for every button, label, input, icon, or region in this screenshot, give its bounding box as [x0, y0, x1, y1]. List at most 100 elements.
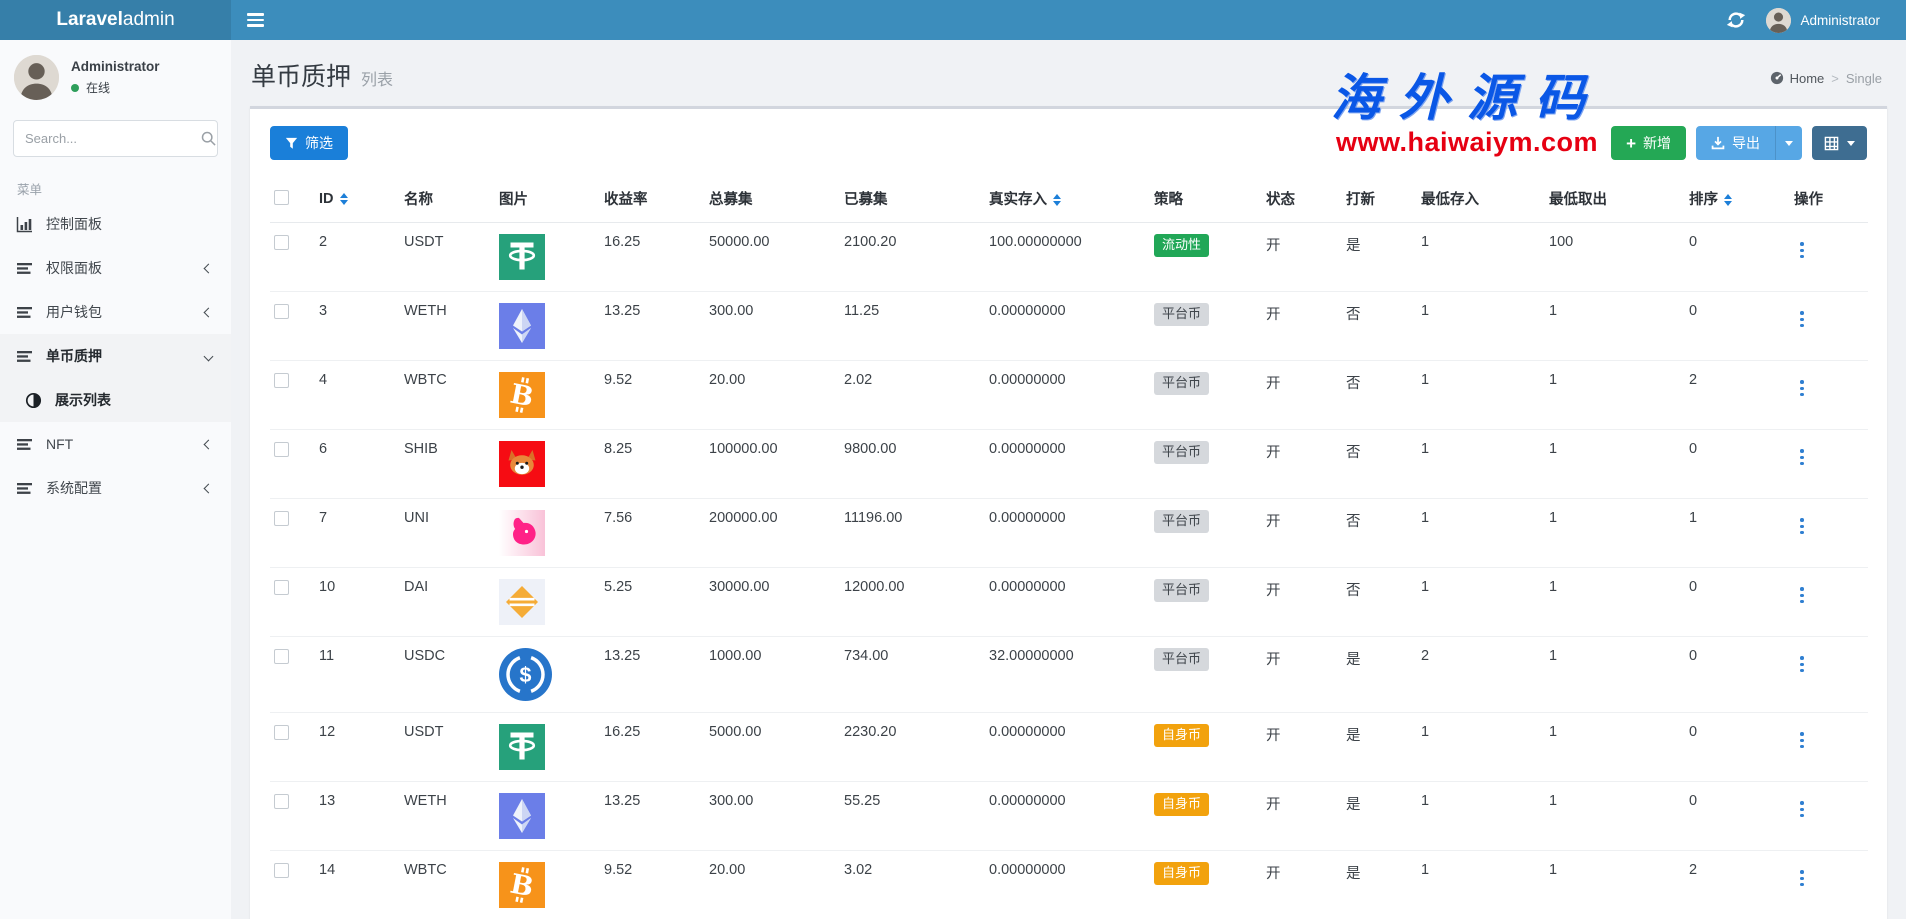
caret-down-icon [1785, 141, 1793, 146]
row-checkbox[interactable] [274, 794, 289, 809]
row-checkbox[interactable] [274, 304, 289, 319]
select-all-checkbox[interactable] [274, 190, 289, 205]
sidebar-item-label: 权限面板 [46, 258, 205, 278]
brand-logo[interactable]: Laravel admin [0, 0, 231, 40]
sidebar-item-display-list[interactable]: 展示列表 [0, 378, 231, 422]
sidebar-item-user-wallet[interactable]: 用户钱包 [0, 290, 231, 334]
cell-actions [1790, 430, 1868, 499]
cell-strategy: 平台币 [1150, 430, 1262, 499]
cell-image [495, 713, 600, 782]
cell-min_in: 1 [1417, 782, 1545, 851]
table-row: 7 UNI 7.56 200000.00 11196.00 0.00000000… [270, 499, 1868, 568]
cell-name: USDT [400, 223, 495, 292]
content-header: 单币质押列表 Home > Single [231, 40, 1906, 106]
weth-coin-icon [499, 793, 545, 839]
row-checkbox[interactable] [274, 511, 289, 526]
cell-image [495, 292, 600, 361]
row-checkbox[interactable] [274, 442, 289, 457]
cell-status: 开 [1262, 430, 1342, 499]
row-actions-button[interactable] [1794, 240, 1810, 260]
sort-arrows-icon [1053, 194, 1061, 206]
cell-raised: 12000.00 [840, 568, 985, 637]
cell-min_in: 1 [1417, 223, 1545, 292]
cell-select [270, 430, 315, 499]
chevron-icon [204, 307, 214, 317]
cell-id: 13 [315, 782, 400, 851]
cell-select [270, 223, 315, 292]
table-header-row: ID名称图片收益率总募集已募集真实存入策略状态打新最低存入最低取出排序操作 [270, 178, 1868, 223]
cell-subscribe: 是 [1342, 851, 1417, 919]
cell-status: 开 [1262, 361, 1342, 430]
list-icon [16, 348, 33, 365]
strategy-badge: 自身币 [1154, 793, 1209, 816]
chevron-icon [204, 263, 214, 273]
column-header-打新: 打新 [1342, 178, 1417, 223]
row-checkbox[interactable] [274, 373, 289, 388]
filter-button[interactable]: 筛选 [270, 126, 348, 160]
select-all-header [270, 178, 315, 223]
row-checkbox[interactable] [274, 649, 289, 664]
row-actions-button[interactable] [1794, 585, 1810, 605]
cell-total: 20.00 [705, 851, 840, 919]
cell-image: B [495, 361, 600, 430]
wbtc-coin-icon: B [499, 862, 545, 908]
cell-id: 11 [315, 637, 400, 713]
refresh-icon[interactable] [1726, 10, 1746, 30]
row-checkbox[interactable] [274, 235, 289, 250]
row-actions-button[interactable] [1794, 516, 1810, 536]
row-actions-button[interactable] [1794, 309, 1810, 329]
sort-arrows-icon [1724, 194, 1732, 206]
export-dropdown-toggle[interactable] [1775, 126, 1802, 160]
row-actions-button[interactable] [1794, 799, 1810, 819]
search-input[interactable] [25, 131, 201, 146]
cell-select [270, 713, 315, 782]
sidebar-item-dashboard[interactable]: 控制面板 [0, 202, 231, 246]
cell-real: 0.00000000 [985, 292, 1150, 361]
cell-strategy: 自身币 [1150, 713, 1262, 782]
row-checkbox[interactable] [274, 863, 289, 878]
row-actions-button[interactable] [1794, 730, 1810, 750]
search-icon[interactable] [201, 131, 216, 146]
row-actions-button[interactable] [1794, 868, 1810, 888]
row-checkbox[interactable] [274, 580, 289, 595]
cell-subscribe: 是 [1342, 637, 1417, 713]
cell-actions [1790, 568, 1868, 637]
column-header-ID[interactable]: ID [315, 178, 400, 223]
user-avatar [1766, 8, 1791, 33]
breadcrumb-home-link[interactable]: Home [1770, 71, 1825, 86]
cell-rate: 5.25 [600, 568, 705, 637]
cell-total: 1000.00 [705, 637, 840, 713]
cell-total: 300.00 [705, 782, 840, 851]
column-header-排序[interactable]: 排序 [1685, 178, 1790, 223]
toolbar-right-group: + 新增 导出 [1611, 126, 1867, 160]
column-header-真实存入[interactable]: 真实存入 [985, 178, 1150, 223]
cell-actions [1790, 782, 1868, 851]
navbar-user-menu[interactable]: Administrator [1766, 8, 1880, 33]
sidebar-item-auth-panel[interactable]: 权限面板 [0, 246, 231, 290]
column-selector-button[interactable] [1812, 126, 1867, 160]
cell-raised: 11196.00 [840, 499, 985, 568]
sidebar-toggle-button[interactable] [231, 0, 279, 40]
table-container: ID名称图片收益率总募集已募集真实存入策略状态打新最低存入最低取出排序操作 2 … [250, 172, 1887, 919]
export-button[interactable]: 导出 [1696, 126, 1775, 160]
sidebar-item-nft[interactable]: NFT [0, 422, 231, 466]
cell-sort: 0 [1685, 292, 1790, 361]
add-button[interactable]: + 新增 [1611, 126, 1686, 160]
list-icon [16, 480, 33, 497]
cell-image [495, 223, 600, 292]
cell-sort: 0 [1685, 430, 1790, 499]
row-actions-button[interactable] [1794, 654, 1810, 674]
row-actions-button[interactable] [1794, 378, 1810, 398]
cell-subscribe: 是 [1342, 223, 1417, 292]
breadcrumb-separator: > [1831, 71, 1839, 86]
row-actions-button[interactable] [1794, 447, 1810, 467]
sidebar-item-system-config[interactable]: 系统配置 [0, 466, 231, 510]
cell-rate: 13.25 [600, 292, 705, 361]
sidebar-item-single-pledge[interactable]: 单币质押 [0, 334, 231, 378]
row-checkbox[interactable] [274, 725, 289, 740]
cell-name: WETH [400, 292, 495, 361]
cell-min_out: 1 [1545, 713, 1685, 782]
cell-id: 4 [315, 361, 400, 430]
navbar-right: Administrator [1726, 8, 1906, 33]
strategy-badge: 自身币 [1154, 862, 1209, 885]
